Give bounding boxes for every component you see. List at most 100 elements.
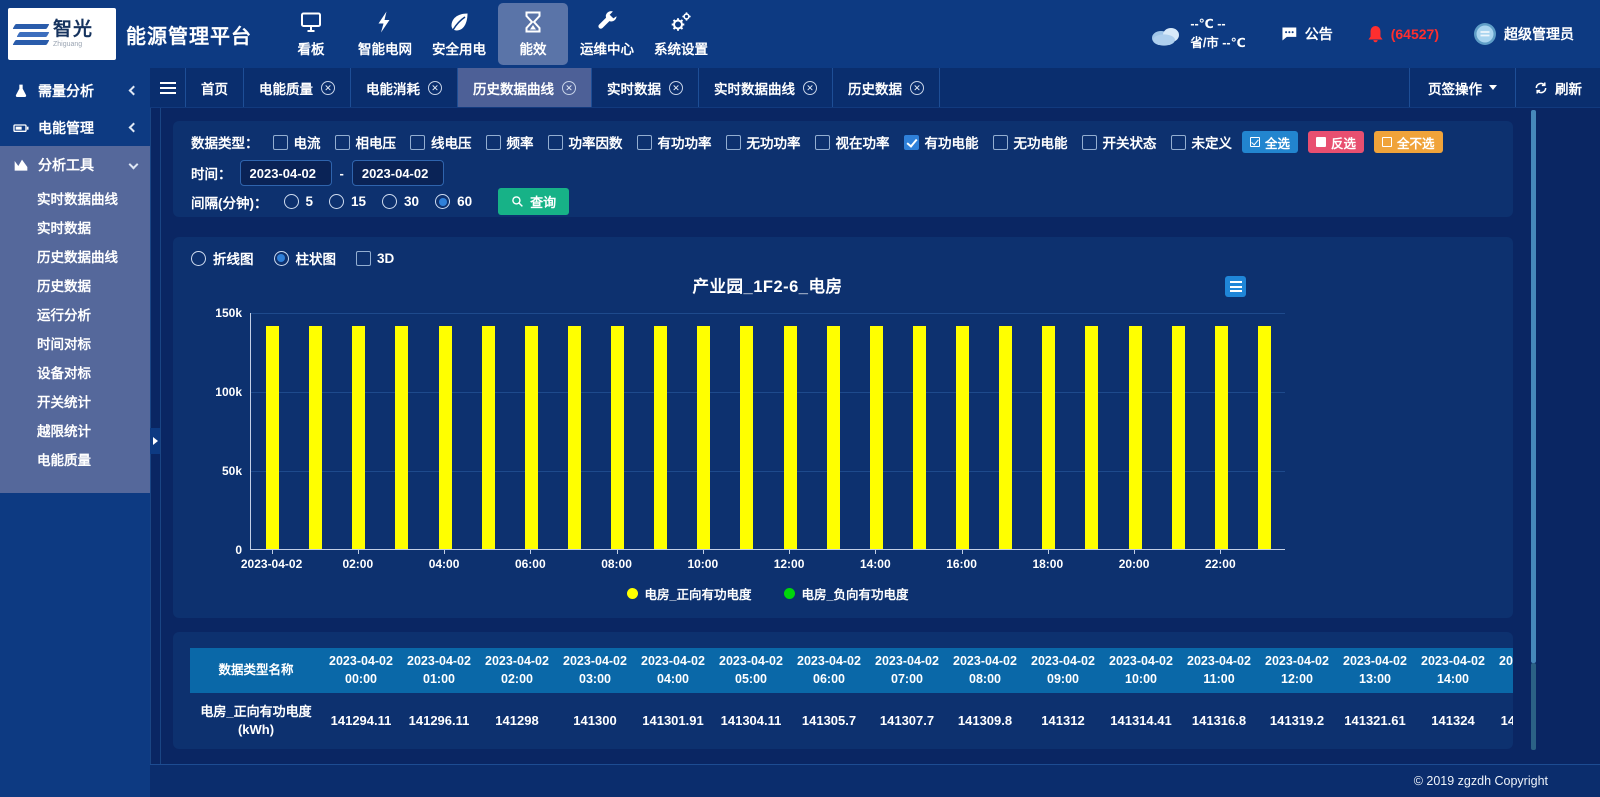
checkbox-icon[interactable] <box>486 135 501 150</box>
checkbox-无功功率[interactable]: 无功功率 <box>726 132 801 152</box>
bar-15[interactable] <box>913 326 926 549</box>
sidebar-group-analysis-tools[interactable]: 分析工具 <box>0 146 150 183</box>
bar-17[interactable] <box>999 326 1012 549</box>
sidebar-item-越限统计[interactable]: 越限统计 <box>0 415 150 444</box>
checkbox-功率因数[interactable]: 功率因数 <box>548 132 623 152</box>
bar-21[interactable] <box>1172 326 1185 549</box>
legend-电房_负向有功电度[interactable]: 电房_负向有功电度 <box>784 584 909 603</box>
sidebar-item-历史数据曲线[interactable]: 历史数据曲线 <box>0 241 150 270</box>
bar-19[interactable] <box>1085 326 1098 549</box>
checkbox-icon[interactable] <box>637 135 652 150</box>
interval-radio-60[interactable]: 60 <box>435 194 472 209</box>
chart-type-3D[interactable]: 3D <box>356 251 394 266</box>
checkbox-有功功率[interactable]: 有功功率 <box>637 132 712 152</box>
bar-16[interactable] <box>956 326 969 549</box>
checkbox-icon[interactable] <box>273 135 288 150</box>
bar-20[interactable] <box>1129 326 1142 549</box>
sidebar-item-实时数据[interactable]: 实时数据 <box>0 212 150 241</box>
sidebar-item-开关统计[interactable]: 开关统计 <box>0 386 150 415</box>
checkbox-电流[interactable]: 电流 <box>273 132 321 152</box>
weather-widget[interactable]: --℃ -- 省/市 --℃ <box>1149 15 1245 53</box>
checkbox-icon[interactable] <box>815 135 830 150</box>
tab-menu-icon[interactable] <box>150 68 186 107</box>
checkbox-线电压[interactable]: 线电压 <box>410 132 472 152</box>
sidebar-item-设备对标[interactable]: 设备对标 <box>0 357 150 386</box>
select-all-button[interactable]: 全选 <box>1242 131 1298 153</box>
tab-实时数据[interactable]: 实时数据✕ <box>592 68 699 107</box>
tab-电能质量[interactable]: 电能质量✕ <box>244 68 351 107</box>
bar-6[interactable] <box>525 326 538 549</box>
radio-icon[interactable] <box>329 194 344 209</box>
bar-3[interactable] <box>395 326 408 549</box>
sidebar-item-历史数据[interactable]: 历史数据 <box>0 270 150 299</box>
radio-icon[interactable] <box>274 251 289 266</box>
topnav-smart-grid[interactable]: 智能电网 <box>350 3 420 65</box>
app-logo[interactable]: 智光 Zhiguang <box>8 8 116 60</box>
checkbox-icon[interactable] <box>1082 135 1097 150</box>
bar-1[interactable] <box>309 326 322 549</box>
checkbox-icon[interactable] <box>548 135 563 150</box>
interval-radio-5[interactable]: 5 <box>284 194 314 209</box>
sidebar-item-实时数据曲线[interactable]: 实时数据曲线 <box>0 183 150 212</box>
radio-icon[interactable] <box>284 194 299 209</box>
invert-select-button[interactable]: 反选 <box>1308 131 1364 153</box>
checkbox-视在功率[interactable]: 视在功率 <box>815 132 890 152</box>
tab-ops-dropdown[interactable]: 页签操作 <box>1409 68 1515 107</box>
bar-7[interactable] <box>568 326 581 549</box>
bar-12[interactable] <box>784 326 797 549</box>
checkbox-无功电能[interactable]: 无功电能 <box>993 132 1068 152</box>
checkbox-未定义[interactable]: 未定义 <box>1171 132 1233 152</box>
tab-close-icon[interactable]: ✕ <box>321 81 335 95</box>
topnav-system-settings[interactable]: 系统设置 <box>646 3 716 65</box>
scrollbar-thumb[interactable] <box>1531 110 1536 663</box>
bar-14[interactable] <box>870 326 883 549</box>
bar-10[interactable] <box>697 326 710 549</box>
tab-首页[interactable]: 首页 <box>186 68 244 107</box>
interval-radio-15[interactable]: 15 <box>329 194 366 209</box>
checkbox-icon[interactable] <box>335 135 350 150</box>
sidebar-group-demand-analysis[interactable]: 需量分析 <box>0 72 150 109</box>
bar-22[interactable] <box>1215 326 1228 549</box>
bar-5[interactable] <box>482 326 495 549</box>
checkbox-有功电能[interactable]: 有功电能 <box>904 132 979 152</box>
sidebar-collapse-handle[interactable] <box>150 428 160 454</box>
chart-type-柱状图[interactable]: 柱状图 <box>274 248 337 268</box>
checkbox-icon[interactable] <box>356 251 371 266</box>
chart-type-折线图[interactable]: 折线图 <box>191 248 254 268</box>
checkbox-开关状态[interactable]: 开关状态 <box>1082 132 1157 152</box>
sidebar-item-时间对标[interactable]: 时间对标 <box>0 328 150 357</box>
interval-radio-30[interactable]: 30 <box>382 194 419 209</box>
sidebar-item-运行分析[interactable]: 运行分析 <box>0 299 150 328</box>
tab-close-icon[interactable]: ✕ <box>562 81 576 95</box>
bar-18[interactable] <box>1042 326 1055 549</box>
topnav-energy-efficiency[interactable]: 能效 <box>498 3 568 65</box>
topnav-dashboard[interactable]: 看板 <box>276 3 346 65</box>
topnav-safe-power[interactable]: 安全用电 <box>424 3 494 65</box>
checkbox-icon[interactable] <box>1171 135 1186 150</box>
select-none-button[interactable]: 全不选 <box>1374 131 1443 153</box>
radio-icon[interactable] <box>435 194 450 209</box>
bar-23[interactable] <box>1258 326 1271 549</box>
bar-9[interactable] <box>654 326 667 549</box>
radio-icon[interactable] <box>382 194 397 209</box>
tab-close-icon[interactable]: ✕ <box>803 81 817 95</box>
tab-历史数据[interactable]: 历史数据✕ <box>833 68 940 107</box>
radio-icon[interactable] <box>191 251 206 266</box>
topnav-ops-center[interactable]: 运维中心 <box>572 3 642 65</box>
checkbox-icon[interactable] <box>726 135 741 150</box>
tab-电能消耗[interactable]: 电能消耗✕ <box>351 68 458 107</box>
sidebar-group-energy-management[interactable]: 电能管理 <box>0 109 150 146</box>
query-button[interactable]: 查询 <box>498 188 569 215</box>
notice-button[interactable]: 公告 <box>1280 24 1333 44</box>
bar-2[interactable] <box>352 326 365 549</box>
checkbox-icon[interactable] <box>410 135 425 150</box>
bar-4[interactable] <box>439 326 452 549</box>
checkbox-频率[interactable]: 频率 <box>486 132 534 152</box>
refresh-button[interactable]: 刷新 <box>1515 68 1600 107</box>
date-from-input[interactable] <box>240 160 332 186</box>
chart-toolbox-icon[interactable] <box>1225 276 1246 297</box>
checkbox-checked-icon[interactable] <box>904 135 919 150</box>
bar-0[interactable] <box>266 326 279 549</box>
user-menu[interactable]: 超级管理员 <box>1473 22 1574 46</box>
tab-close-icon[interactable]: ✕ <box>428 81 442 95</box>
